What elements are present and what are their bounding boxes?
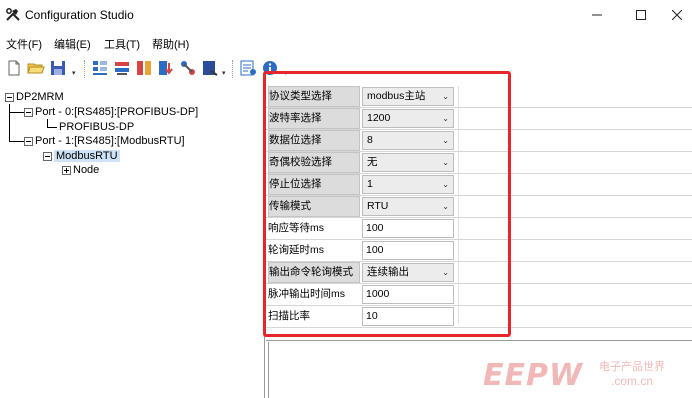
tree-item-label: Node xyxy=(73,164,100,176)
open-folder-icon[interactable] xyxy=(27,59,45,77)
tree-connector xyxy=(9,141,24,142)
save-icon[interactable] xyxy=(49,59,67,77)
module-icon[interactable] xyxy=(135,59,153,77)
pane-divider xyxy=(268,342,269,398)
watermark-logo: EEPW xyxy=(483,358,584,393)
watermark-url: .com.cn xyxy=(611,374,654,388)
expand-icon[interactable] xyxy=(62,165,71,175)
toolbar-separator xyxy=(232,60,233,78)
tools-icon xyxy=(6,8,20,21)
tree-item-modbusrtu[interactable]: ModbusRTU xyxy=(43,149,120,163)
tree-item-profibus[interactable]: PROFIBUS-DP xyxy=(59,120,134,134)
tree-connector xyxy=(47,127,57,128)
device-tree: DP2MRM Port - 0:[RS485]:[PROFIBUS-DP] PR… xyxy=(0,86,262,386)
close-icon xyxy=(672,10,682,20)
maximize-icon xyxy=(636,10,646,20)
device-icon[interactable] xyxy=(113,59,131,77)
tree-item-node[interactable]: Node xyxy=(62,163,99,177)
window-title: Configuration Studio xyxy=(25,8,134,22)
settings-icon[interactable] xyxy=(239,59,257,77)
tree-item-label: Port - 0:[RS485]:[PROFIBUS-DP] xyxy=(35,106,199,118)
pane-divider[interactable] xyxy=(266,340,692,341)
title-bar: Configuration Studio xyxy=(0,0,692,30)
toolbar-dropdown-icon[interactable]: ▾ xyxy=(222,70,228,77)
collapse-icon[interactable] xyxy=(43,151,52,161)
maximize-button[interactable] xyxy=(626,4,656,26)
wrench-icon[interactable] xyxy=(179,59,197,77)
toolbar-separator xyxy=(84,60,85,78)
minimize-icon xyxy=(592,14,602,16)
grid-icon[interactable] xyxy=(91,59,109,77)
new-file-icon[interactable] xyxy=(5,59,23,77)
tree-item-label: DP2MRM xyxy=(16,91,64,103)
watermark: EEPW 电子产品世界 .com.cn xyxy=(483,356,683,394)
menu-file[interactable]: 文件(F) xyxy=(6,36,42,52)
highlight-annotation xyxy=(263,71,511,337)
menu-bar: 文件(F) 编辑(E) 工具(T) 帮助(H) xyxy=(0,34,692,52)
watermark-cn: 电子产品世界 xyxy=(599,360,665,373)
collapse-icon[interactable] xyxy=(24,107,33,117)
import-icon[interactable] xyxy=(201,59,219,77)
toolbar-dropdown-icon[interactable]: ▾ xyxy=(72,70,78,77)
tree-item-label: PROFIBUS-DP xyxy=(59,121,135,133)
close-button[interactable] xyxy=(662,4,692,26)
tree-item-label: ModbusRTU xyxy=(54,150,120,162)
menu-tools[interactable]: 工具(T) xyxy=(104,36,140,52)
tree-connector xyxy=(9,104,10,142)
menu-edit[interactable]: 编辑(E) xyxy=(54,36,91,52)
collapse-icon[interactable] xyxy=(5,92,14,102)
minimize-button[interactable] xyxy=(582,4,612,26)
tree-item-label: Port - 1:[RS485]:[ModbusRTU] xyxy=(35,135,185,147)
tree-item-port0[interactable]: Port - 0:[RS485]:[PROFIBUS-DP] xyxy=(24,105,198,119)
collapse-icon[interactable] xyxy=(24,136,33,146)
download-icon[interactable] xyxy=(157,59,175,77)
tree-item-port1[interactable]: Port - 1:[RS485]:[ModbusRTU] xyxy=(24,134,185,148)
tree-item-root[interactable]: DP2MRM xyxy=(5,90,64,104)
tree-connector xyxy=(9,112,24,113)
menu-help[interactable]: 帮助(H) xyxy=(152,36,189,52)
